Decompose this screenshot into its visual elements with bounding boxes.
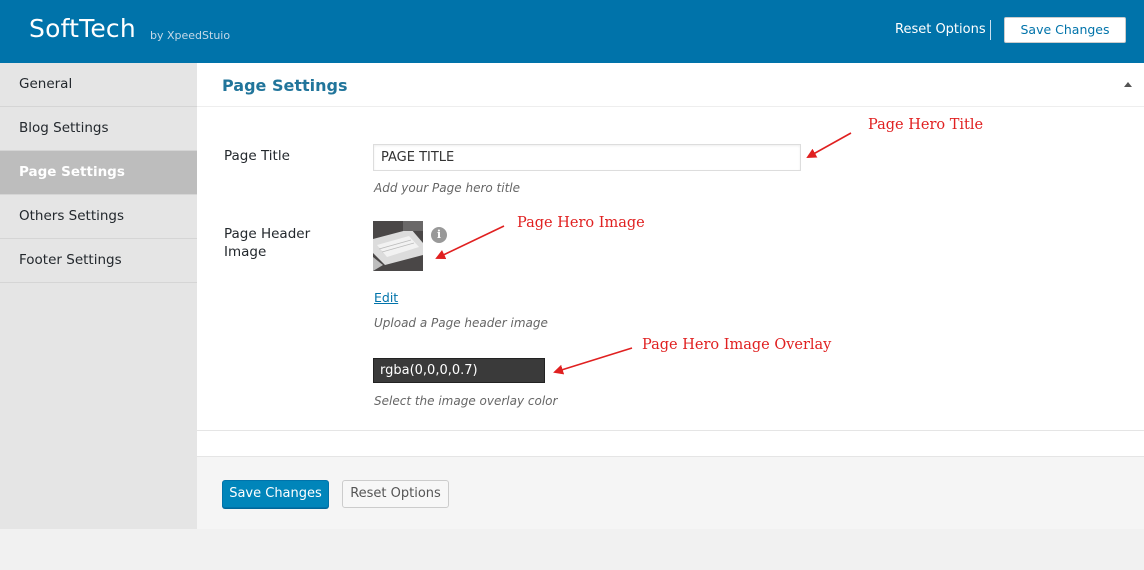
header-save-changes-button[interactable]: Save Changes [1004,17,1126,43]
reset-options-button[interactable]: Reset Options [342,480,449,508]
title-divider [197,106,1144,107]
thumbnail-photo [373,221,423,271]
sidebar-item-others-settings[interactable]: Others Settings [0,195,197,239]
annotation-hero-image: Page Hero Image [517,215,645,231]
page-header-image-label: Page Header Image [224,226,311,260]
header-image-description: Upload a Page header image [374,316,548,330]
annotation-hero-title: Page Hero Title [868,117,984,133]
save-changes-button[interactable]: Save Changes [222,480,329,508]
brand-title: SoftTech [29,14,136,43]
settings-panel: Page Settings Page Title PAGE TITLE Add … [197,63,1144,529]
page-title-description: Add your Page hero title [374,181,520,195]
overlay-color-input[interactable]: rgba(0,0,0,0.7) [373,358,545,383]
header-reset-options-link[interactable]: Reset Options [895,22,986,37]
header-separator [990,20,991,40]
overlay-description: Select the image overlay color [374,394,558,408]
sidebar-item-blog-settings[interactable]: Blog Settings [0,107,197,151]
sidebar-item-page-settings[interactable]: Page Settings [0,151,197,195]
panel-title: Page Settings [222,76,348,95]
sidebar-item-general[interactable]: General [0,63,197,107]
page-title-input[interactable]: PAGE TITLE [373,144,801,171]
sidebar-item-footer-settings[interactable]: Footer Settings [0,239,197,283]
annotation-hero-overlay: Page Hero Image Overlay [642,337,832,353]
edit-image-link[interactable]: Edit [374,290,398,305]
top-header-bar: SoftTech by XpeedStuio Reset Options Sav… [0,0,1144,63]
body-divider [197,430,1144,431]
collapse-arrow-icon[interactable] [1124,82,1132,87]
info-icon[interactable]: i [431,227,447,243]
settings-sidebar: General Blog Settings Page Settings Othe… [0,63,198,529]
page-title-label: Page Title [224,148,290,164]
panel-footer: Save Changes Reset Options [197,456,1144,529]
header-image-thumbnail[interactable] [373,221,423,271]
brand-byline: by XpeedStuio [150,29,231,42]
